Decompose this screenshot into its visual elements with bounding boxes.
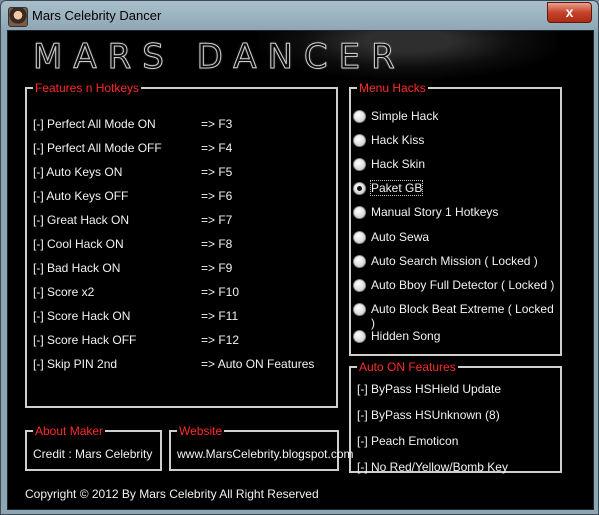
feature-label: [-] Great Hack ON <box>33 213 130 227</box>
feature-hotkey: => F5 <box>201 165 233 179</box>
app-icon <box>8 7 28 27</box>
website-group: Website www.MarsCelebrity.blogspot.com <box>169 424 354 471</box>
radio-button[interactable] <box>353 110 366 123</box>
feature-label: [-] Bad Hack ON <box>33 261 121 275</box>
feature-row: [-] Cool Hack ON => F8 <box>27 237 327 255</box>
menu-hack-option[interactable]: Auto Bboy Full Detector ( Locked ) <box>351 278 556 296</box>
radio-label[interactable]: Manual Story 1 Hotkeys <box>371 205 498 219</box>
feature-hotkey: => F9 <box>201 261 233 275</box>
about-maker-group: About Maker Credit : Mars Celebrity <box>25 424 162 471</box>
radio-label[interactable]: Hack Kiss <box>371 133 424 147</box>
title-bar[interactable]: Mars Celebrity Dancer x <box>1 1 598 31</box>
radio-button[interactable] <box>353 134 366 147</box>
feature-row: [-] Great Hack ON => F7 <box>27 213 327 231</box>
features-group: Features n Hotkeys [-] Perfect All Mode … <box>25 81 338 408</box>
feature-label: [-] Score x2 <box>33 285 95 299</box>
radio-label[interactable]: Auto Search Mission ( Locked ) <box>371 254 538 268</box>
radio-label[interactable]: Hidden Song <box>371 329 440 343</box>
radio-label[interactable]: Hack Skin <box>371 157 425 171</box>
feature-label: [-] Skip PIN 2nd <box>33 357 118 371</box>
feature-row: [-] Score x2 => F10 <box>27 285 327 303</box>
radio-button[interactable] <box>353 158 366 171</box>
close-button[interactable]: x <box>547 2 592 23</box>
credit-text: Credit : Mars Celebrity <box>33 447 153 461</box>
feature-hotkey: => F10 <box>201 285 240 299</box>
menu-hacks-legend: Menu Hacks <box>359 81 426 95</box>
feature-hotkey: => F6 <box>201 189 233 203</box>
menu-hack-option[interactable]: Hidden Song <box>351 329 556 347</box>
window-title: Mars Celebrity Dancer <box>32 8 162 23</box>
feature-hotkey: => F11 <box>201 309 239 323</box>
auto-on-legend: Auto ON Features <box>359 360 456 374</box>
feature-row: [-] Perfect All Mode OFF => F4 <box>27 141 327 159</box>
feature-hotkey: => F7 <box>201 213 233 227</box>
menu-hack-option[interactable]: Auto Block Beat Extreme ( Locked ) <box>351 302 556 330</box>
menu-hack-option[interactable]: Simple Hack <box>351 109 556 127</box>
feature-label: [-] Score Hack ON <box>33 309 131 323</box>
auto-on-item: [-] ByPass HSUnknown (8) <box>357 408 500 422</box>
menu-hack-option[interactable]: Hack Skin <box>351 157 556 175</box>
feature-row: [-] Bad Hack ON => F9 <box>27 261 327 279</box>
logo: MARS DANCER <box>33 37 406 78</box>
menu-hack-option[interactable]: Auto Sewa <box>351 230 556 248</box>
feature-hotkey: => F8 <box>201 237 233 251</box>
feature-hotkey: => Auto ON Features <box>201 357 315 371</box>
client-area: MARS DANCER Features n Hotkeys [-] Perfe… <box>7 30 594 510</box>
feature-label: [-] Auto Keys ON <box>33 165 123 179</box>
radio-label[interactable]: Auto Bboy Full Detector ( Locked ) <box>371 278 554 292</box>
website-legend: Website <box>179 424 223 438</box>
feature-row: [-] Auto Keys OFF => F6 <box>27 189 327 207</box>
feature-label: [-] Score Hack OFF <box>33 333 137 347</box>
feature-row: [-] Skip PIN 2nd => Auto ON Features <box>27 357 327 375</box>
radio-label[interactable]: Paket GB <box>369 180 424 196</box>
auto-on-group: Auto ON Features [-] ByPass HSHield Upda… <box>349 360 562 474</box>
radio-label[interactable]: Simple Hack <box>371 109 438 123</box>
features-legend: Features n Hotkeys <box>35 81 140 95</box>
radio-button[interactable] <box>353 303 366 316</box>
feature-label: [-] Cool Hack ON <box>33 237 124 251</box>
menu-hack-option[interactable]: Hack Kiss <box>351 133 556 151</box>
copyright-text: Copyright © 2012 By Mars Celebrity All R… <box>25 487 319 501</box>
feature-label: [-] Auto Keys OFF <box>33 189 129 203</box>
menu-hack-option[interactable]: Auto Search Mission ( Locked ) <box>351 254 556 272</box>
website-link[interactable]: www.MarsCelebrity.blogspot.com <box>177 447 354 461</box>
feature-hotkey: => F3 <box>201 117 233 131</box>
app-window: Mars Celebrity Dancer x MARS DANCER Feat… <box>0 0 599 515</box>
feature-hotkey: => F4 <box>201 141 233 155</box>
radio-button[interactable] <box>353 231 366 244</box>
radio-button[interactable] <box>353 255 366 268</box>
feature-hotkey: => F12 <box>201 333 240 347</box>
about-maker-legend: About Maker <box>35 424 104 438</box>
feature-label: [-] Perfect All Mode ON <box>33 117 156 131</box>
radio-label[interactable]: Auto Sewa <box>371 230 429 244</box>
auto-on-item: [-] No Red/Yellow/Bomb Key <box>357 460 508 474</box>
auto-on-item: [-] ByPass HSHield Update <box>357 382 502 396</box>
feature-label: [-] Perfect All Mode OFF <box>33 141 162 155</box>
menu-hack-option[interactable]: Manual Story 1 Hotkeys <box>351 205 556 223</box>
menu-hack-option[interactable]: Paket GB <box>351 180 556 199</box>
radio-button[interactable] <box>353 206 366 219</box>
menu-hacks-group: Menu Hacks Simple Hack Hack Kiss Hack Skin… <box>349 81 562 356</box>
feature-row: [-] Perfect All Mode ON => F3 <box>27 117 327 135</box>
radio-button[interactable] <box>353 279 366 292</box>
auto-on-item: [-] Peach Emoticon <box>357 434 459 448</box>
feature-row: [-] Score Hack OFF => F12 <box>27 333 327 351</box>
feature-row: [-] Score Hack ON => F11 <box>27 309 327 327</box>
radio-label[interactable]: Auto Block Beat Extreme ( Locked ) <box>371 302 556 330</box>
radio-button[interactable] <box>353 330 366 343</box>
feature-row: [-] Auto Keys ON => F5 <box>27 165 327 183</box>
radio-button[interactable] <box>353 182 366 195</box>
